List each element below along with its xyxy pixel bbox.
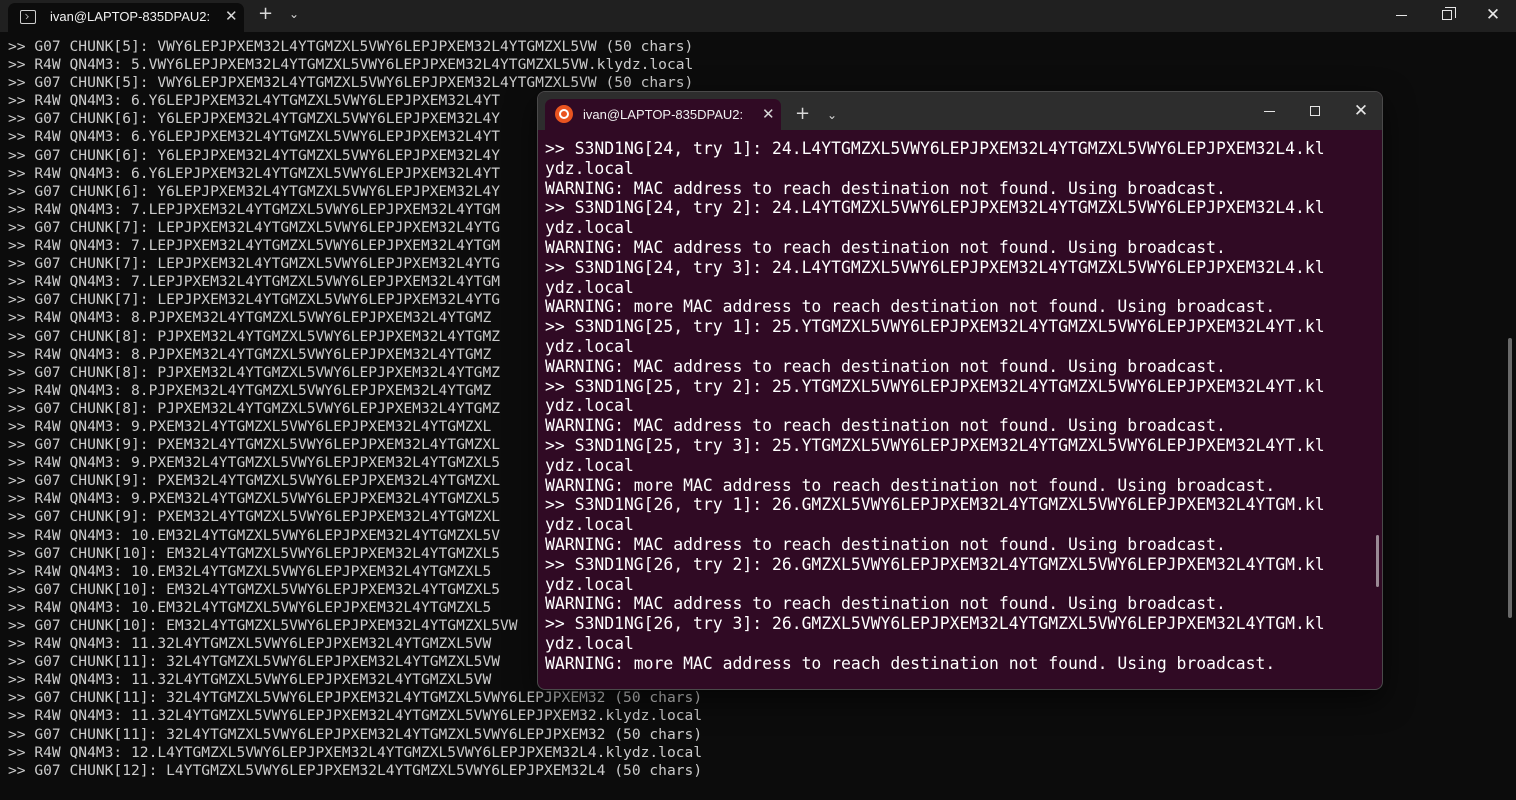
- front-minimize-button[interactable]: [1246, 96, 1292, 126]
- back-close-window-button[interactable]: ✕: [1470, 0, 1516, 30]
- front-terminal-line: ydz.local: [545, 633, 634, 653]
- front-terminal-line: WARNING: MAC address to reach destinatio…: [545, 594, 1226, 614]
- front-terminal-line: >> S3ND1NG[25, try 1]: 25.YTGMZXL5VWY6LE…: [545, 317, 1325, 337]
- front-terminal-line: >> S3ND1NG[24, try 1]: 24.L4YTGMZXL5VWY6…: [545, 139, 1325, 158]
- front-maximize-button[interactable]: [1292, 96, 1338, 126]
- front-terminal-output[interactable]: >> S3ND1NG[24, try 1]: 24.L4YTGMZXL5VWY6…: [545, 139, 1365, 687]
- front-terminal-line: ydz.local: [545, 455, 634, 475]
- back-terminal-line: >> G07 CHUNK[5]: VWY6LEPJPXEM32L4YTGMZXL…: [8, 74, 694, 92]
- front-terminal-line: WARNING: MAC address to reach destinatio…: [545, 237, 1226, 257]
- front-terminal-line: WARNING: more MAC address to reach desti…: [545, 653, 1276, 673]
- front-close-window-button[interactable]: ✕: [1338, 96, 1382, 126]
- front-terminal-line: WARNING: more MAC address to reach desti…: [545, 475, 1276, 495]
- front-terminal-line: ydz.local: [545, 396, 634, 416]
- front-terminal-line: WARNING: MAC address to reach destinatio…: [545, 178, 1226, 198]
- front-terminal-line: ydz.local: [545, 277, 634, 297]
- maximize-icon: [1310, 106, 1320, 116]
- front-tab-close-icon[interactable]: ✕: [762, 107, 775, 122]
- front-terminal-line: WARNING: MAC address to reach destinatio…: [545, 356, 1226, 376]
- front-terminal-window[interactable]: ivan@LAPTOP-835DPAU2: ~/c ✕ + ⌄ ✕ >> S3N…: [537, 91, 1383, 690]
- front-terminal-line: ydz.local: [545, 158, 634, 178]
- front-terminal-line: >> S3ND1NG[24, try 3]: 24.L4YTGMZXL5VWY6…: [545, 257, 1325, 277]
- back-scrollbar[interactable]: [1508, 338, 1512, 618]
- front-terminal-line: WARNING: MAC address to reach destinatio…: [545, 416, 1226, 436]
- back-terminal-line: >> G07 CHUNK[12]: L4YTGMZXL5VWY6LEPJPXEM…: [8, 761, 703, 779]
- ubuntu-icon: [555, 105, 573, 123]
- front-terminal-line: >> S3ND1NG[26, try 3]: 26.GMZXL5VWY6LEPJ…: [545, 614, 1325, 634]
- back-tab[interactable]: ivan@LAPTOP-835DPAU2: ~/c ✕: [8, 3, 244, 32]
- front-terminal-line: >> S3ND1NG[26, try 2]: 26.GMZXL5VWY6LEPJ…: [545, 554, 1325, 574]
- front-new-tab-button[interactable]: +: [795, 105, 810, 123]
- back-terminal-line: >> G07 CHUNK[5]: VWY6LEPJPXEM32L4YTGMZXL…: [8, 38, 694, 55]
- back-minimize-button[interactable]: [1378, 0, 1424, 30]
- front-terminal-line: ydz.local: [545, 218, 634, 238]
- back-terminal-line: >> R4W QN4M3: 5.VWY6LEPJPXEM32L4YTGMZXL5…: [8, 56, 694, 74]
- front-terminal-line: >> S3ND1NG[24, try 2]: 24.L4YTGMZXL5VWY6…: [545, 198, 1325, 218]
- front-scrollbar[interactable]: [1376, 535, 1379, 587]
- back-tab-bar: ivan@LAPTOP-835DPAU2: ~/c ✕ + ⌄ ✕: [0, 0, 1516, 32]
- front-tab[interactable]: ivan@LAPTOP-835DPAU2: ~/c ✕: [545, 99, 781, 130]
- back-terminal-line: >> G07 CHUNK[11]: 32L4YTGMZXL5VWY6LEPJPX…: [8, 689, 703, 707]
- front-terminal-line: >> S3ND1NG[25, try 3]: 25.YTGMZXL5VWY6LE…: [545, 435, 1325, 455]
- front-tab-title: ivan@LAPTOP-835DPAU2: ~/c: [583, 107, 747, 122]
- terminal-icon: [20, 10, 36, 24]
- back-tab-close-icon[interactable]: ✕: [225, 9, 238, 24]
- front-terminal-line: >> S3ND1NG[25, try 2]: 25.YTGMZXL5VWY6LE…: [545, 376, 1325, 396]
- back-tab-title: ivan@LAPTOP-835DPAU2: ~/c: [50, 9, 214, 24]
- front-terminal-line: ydz.local: [545, 336, 634, 356]
- back-terminal-line: >> R4W QN4M3: 12.L4YTGMZXL5VWY6LEPJPXEM3…: [8, 743, 703, 761]
- back-maximize-button[interactable]: [1424, 0, 1470, 30]
- front-tab-bar: ivan@LAPTOP-835DPAU2: ~/c ✕ + ⌄ ✕: [538, 92, 1382, 130]
- restore-icon: [1442, 7, 1456, 20]
- back-dropdown-chevron-icon[interactable]: ⌄: [289, 8, 299, 20]
- front-terminal-line: WARNING: more MAC address to reach desti…: [545, 297, 1276, 317]
- back-terminal-line: >> G07 CHUNK[11]: 32L4YTGMZXL5VWY6LEPJPX…: [8, 725, 703, 743]
- front-terminal-line: ydz.local: [545, 515, 634, 535]
- back-terminal-line: >> R4W QN4M3: 11.32L4YTGMZXL5VWY6LEPJPXE…: [8, 707, 703, 725]
- close-icon: ✕: [1353, 101, 1369, 121]
- minimize-icon: [1395, 14, 1407, 16]
- minimize-icon: [1263, 110, 1275, 112]
- front-terminal-line: >> S3ND1NG[26, try 1]: 26.GMZXL5VWY6LEPJ…: [545, 495, 1325, 515]
- front-dropdown-chevron-icon[interactable]: ⌄: [827, 109, 837, 121]
- close-icon: ✕: [1485, 5, 1501, 25]
- front-terminal-line: WARNING: MAC address to reach destinatio…: [545, 534, 1226, 554]
- back-new-tab-button[interactable]: +: [258, 5, 273, 23]
- front-terminal-line: ydz.local: [545, 574, 634, 594]
